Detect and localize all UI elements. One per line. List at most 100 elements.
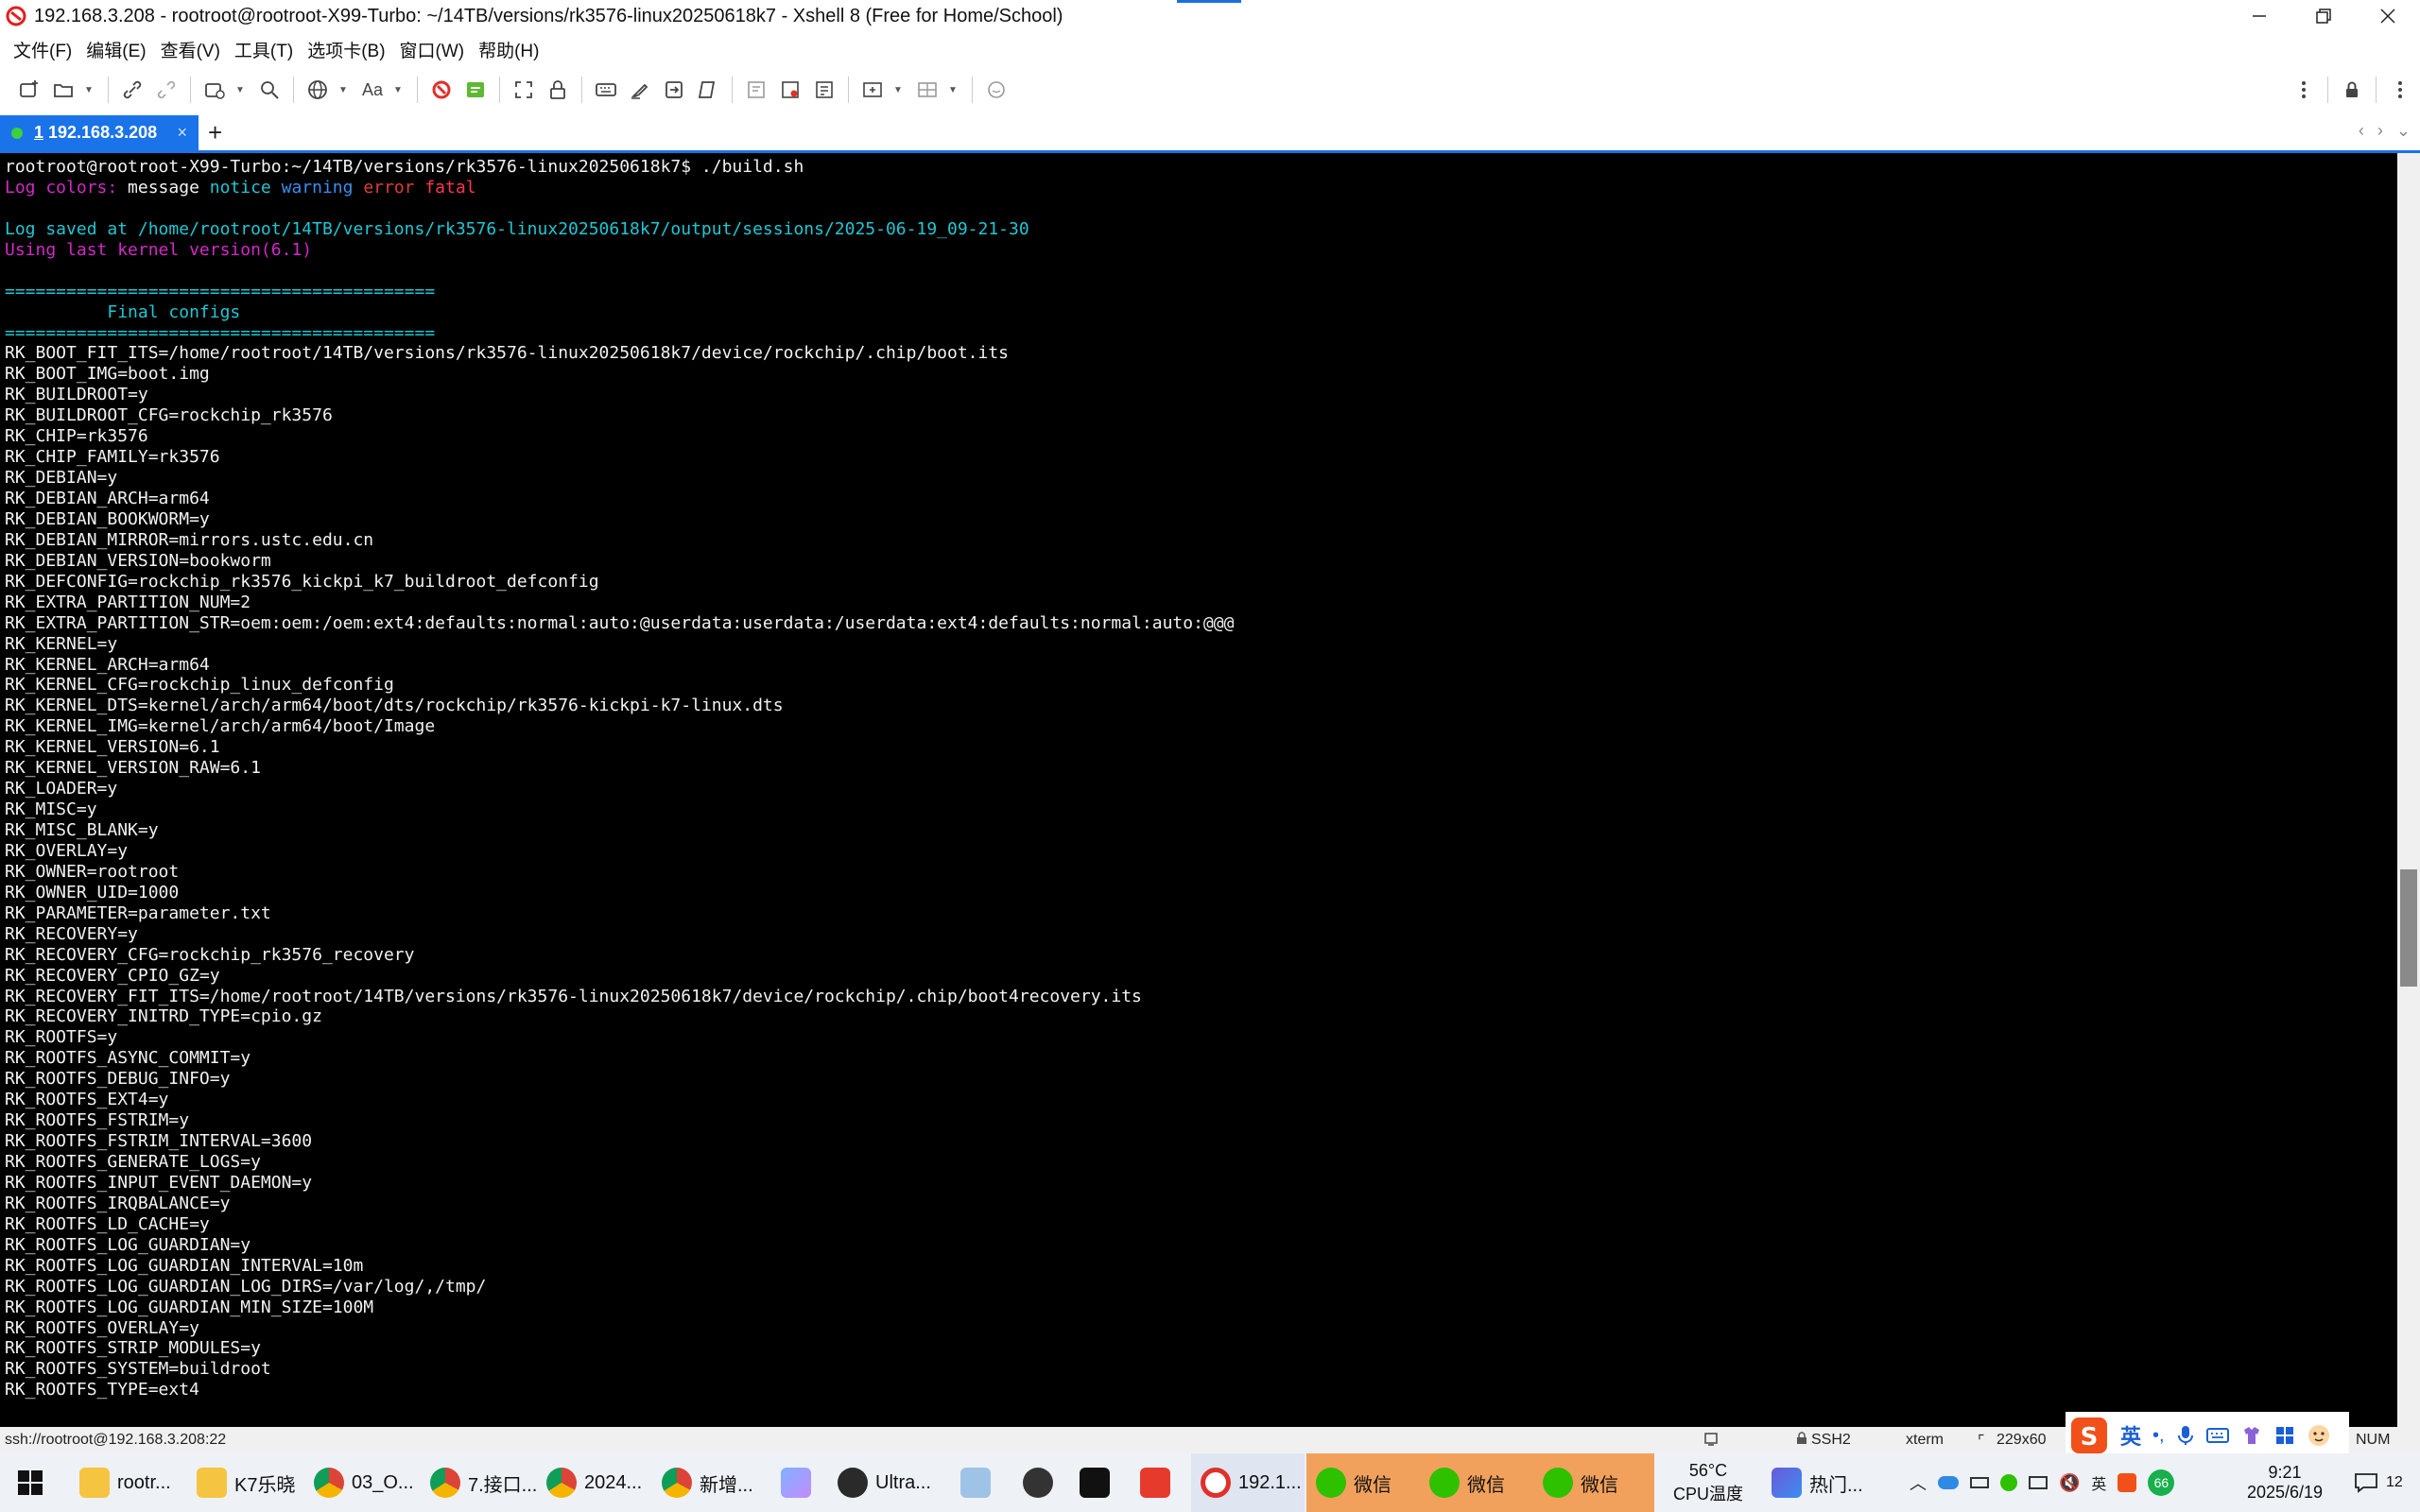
sogou-icon[interactable]: S (2069, 1416, 2109, 1455)
display-icon[interactable] (2029, 1476, 2048, 1489)
open-button[interactable] (49, 76, 78, 104)
taskbar-app[interactable]: 2024... (546, 1453, 642, 1512)
reconnect-button[interactable] (200, 76, 229, 104)
sogou-tray-icon[interactable] (2118, 1473, 2137, 1492)
encoding-dropdown[interactable]: ▼ (337, 76, 349, 104)
terminal-line: RK_DEBIAN_BOOKWORM=y (5, 509, 1234, 530)
add-tab-button[interactable]: + (208, 119, 222, 146)
fullscreen-icon (515, 81, 532, 98)
terminal-text: RK_DEBIAN_VERSION=bookworm (5, 550, 271, 571)
onedrive-icon[interactable] (1938, 1476, 1959, 1489)
add-frame-button[interactable] (858, 76, 887, 104)
tab-session[interactable]: 1 192.168.3.208 × (0, 115, 199, 150)
log-button[interactable] (810, 76, 838, 104)
overflow-button[interactable] (2386, 76, 2414, 104)
menu-tab[interactable]: 选项卡(B) (307, 37, 385, 62)
terminal-text: RK_EXTRA_PARTITION_STR=oem:oem:/oem:ext4… (5, 612, 1235, 633)
taskbar-app[interactable]: 新增... (662, 1453, 753, 1512)
notification-center[interactable]: 12 (2354, 1453, 2403, 1512)
taskbar-app[interactable] (1080, 1453, 1110, 1512)
xftp-transfer-button[interactable] (461, 76, 490, 104)
taskbar-app[interactable] (960, 1453, 991, 1512)
more-button[interactable] (2290, 76, 2318, 104)
reconnect-dropdown[interactable]: ▼ (234, 76, 246, 104)
terminal-view[interactable]: rootroot@rootroot-X99-Turbo:~/14TB/versi… (0, 153, 2397, 1427)
paste-button[interactable] (776, 76, 804, 104)
taskbar-app[interactable]: rootr... (79, 1453, 171, 1512)
highlight-button[interactable] (626, 76, 654, 104)
ime-toolbox-icon[interactable] (2274, 1425, 2295, 1446)
tab-list-icon[interactable]: ⌄ (2396, 121, 2411, 141)
volume-mute-icon[interactable]: 🔇 (2059, 1473, 2080, 1493)
fullscreen-button[interactable] (510, 76, 538, 104)
overflow-icon (2398, 81, 2402, 98)
battery-icon[interactable] (1970, 1477, 1989, 1488)
ime-punctuation-icon[interactable]: •, (2152, 1425, 2165, 1447)
tab-prev-icon[interactable]: ‹ (2359, 121, 2364, 141)
taskbar-app[interactable]: Ultra... (838, 1453, 931, 1512)
font-dropdown[interactable]: ▼ (392, 76, 404, 104)
tab-next-icon[interactable]: › (2377, 121, 2383, 141)
menu-edit[interactable]: 编辑(E) (86, 37, 146, 62)
terminal-text: RK_KERNEL=y (5, 633, 118, 654)
taskbar-app[interactable] (1023, 1453, 1053, 1512)
menu-help[interactable]: 帮助(H) (478, 37, 539, 62)
microphone-icon[interactable] (2176, 1424, 2195, 1447)
taskbar-app[interactable]: 7.接口... (430, 1453, 537, 1512)
terminal-text: RK_ROOTFS_OVERLAY=y (5, 1317, 199, 1338)
ime-language[interactable]: 英 (2120, 1420, 2141, 1451)
tab-close-icon[interactable]: × (177, 123, 187, 143)
scrollbar-thumb[interactable] (2400, 869, 2417, 987)
keymap-button[interactable] (592, 76, 620, 104)
tray-chevron-up-icon[interactable]: ︿ (1910, 1470, 1927, 1495)
terminal-text: RK_KERNEL_ARCH=arm64 (5, 654, 210, 675)
taskbar-app[interactable]: K7乐晓 (197, 1453, 295, 1512)
disconnect-button[interactable] (152, 76, 181, 104)
taskbar-app-wechat[interactable]: 微信 (1306, 1453, 1420, 1512)
xftp-button[interactable] (427, 76, 456, 104)
close-button[interactable] (2356, 0, 2420, 32)
find-button[interactable] (255, 76, 284, 104)
padlock-button[interactable] (2338, 76, 2366, 104)
menu-file[interactable]: 文件(F) (13, 37, 72, 62)
connect-button[interactable] (118, 76, 147, 104)
terminal-line: RK_ROOTFS_DEBUG_INFO=y (5, 1069, 1234, 1090)
compose-button[interactable] (742, 76, 770, 104)
cpu-temp-widget[interactable]: 56°C CPU温度 (1656, 1453, 1760, 1512)
terminal-text: Final configs (5, 301, 241, 322)
font-button[interactable]: Aa (358, 76, 387, 104)
taskbar-app-xshell[interactable]: 192.1... (1191, 1453, 1305, 1512)
terminal-scrollbar[interactable] (2397, 153, 2420, 1427)
layout-dropdown[interactable]: ▼ (947, 76, 959, 104)
chat-button[interactable] (982, 76, 1011, 104)
lock-button[interactable] (544, 76, 572, 104)
script-button[interactable] (694, 76, 722, 104)
new-session-button[interactable] (15, 76, 43, 104)
add-frame-dropdown[interactable]: ▼ (892, 76, 904, 104)
terminal-text: RK_ROOTFS_SYSTEM=buildroot (5, 1359, 271, 1380)
clock[interactable]: 9:21 2025/6/19 (2233, 1453, 2337, 1512)
minimize-button[interactable] (2227, 0, 2291, 32)
ime-skin-icon[interactable] (2240, 1424, 2263, 1447)
menu-view[interactable]: 查看(V) (161, 37, 220, 62)
wechat-tray-icon[interactable] (2000, 1474, 2017, 1491)
layout-button[interactable] (913, 76, 942, 104)
ime-mascot-icon[interactable] (2307, 1423, 2331, 1448)
start-button[interactable] (17, 1453, 43, 1512)
ime-keyboard-icon[interactable] (2205, 1426, 2229, 1445)
transfer-button[interactable] (660, 76, 688, 104)
encoding-button[interactable] (303, 76, 332, 104)
tab-label: 1 192.168.3.208 (34, 123, 157, 143)
taskbar-app[interactable]: 03_O... (314, 1453, 414, 1512)
restore-button[interactable] (2291, 0, 2356, 32)
open-dropdown[interactable]: ▼ (83, 76, 95, 104)
ime-tray-icon[interactable]: 英 (2091, 1471, 2106, 1494)
taskbar-app-wechat[interactable]: 微信 (1533, 1453, 1654, 1512)
tray-badge[interactable]: 66 (2148, 1469, 2175, 1496)
menu-window[interactable]: 窗口(W) (400, 37, 465, 62)
menu-tools[interactable]: 工具(T) (234, 37, 293, 62)
news-widget[interactable]: 热门... (1772, 1453, 1863, 1512)
taskbar-app[interactable] (781, 1453, 811, 1512)
taskbar-app-wechat[interactable]: 微信 (1420, 1453, 1533, 1512)
taskbar-app[interactable] (1140, 1453, 1170, 1512)
